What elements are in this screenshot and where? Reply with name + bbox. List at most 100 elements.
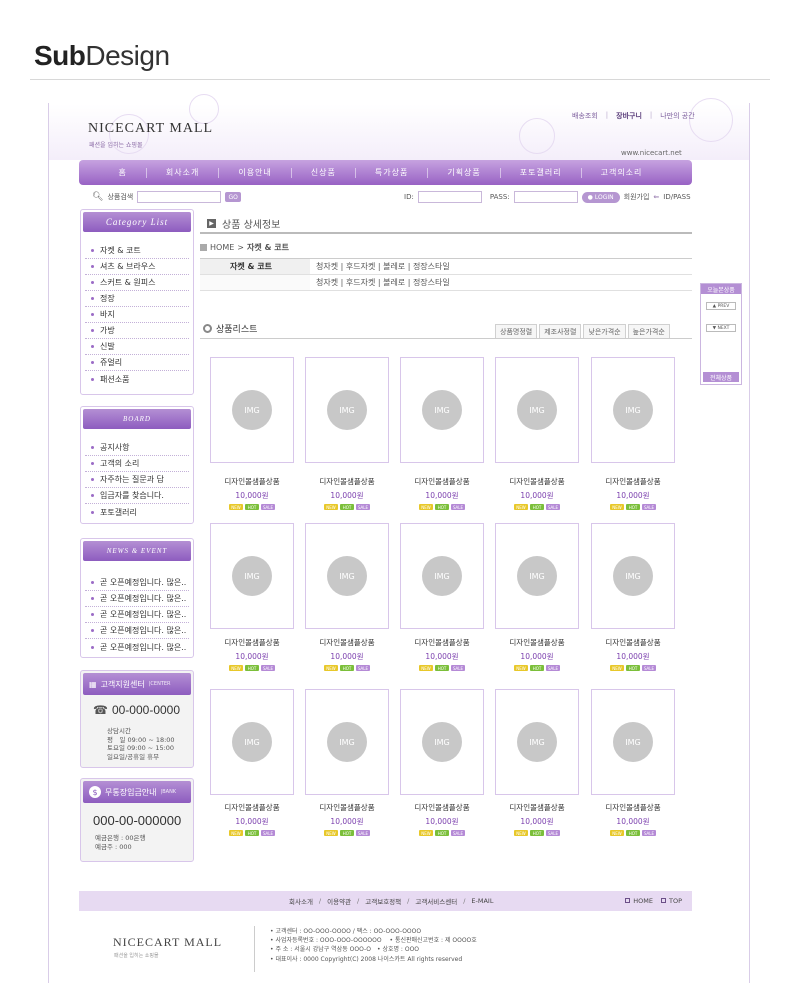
subcategory-links[interactable]: 청자켓 | 후드자켓 | 볼레로 | 정장스타일 <box>310 261 450 272</box>
product-thumbnail[interactable]: IMG <box>210 357 294 463</box>
footer-home-link[interactable]: HOME <box>625 897 653 905</box>
tab-sort-name[interactable]: 상품명정렬 <box>495 324 538 338</box>
tab-sort-high-price[interactable]: 높은가격순 <box>627 324 670 338</box>
product-thumbnail[interactable]: IMG <box>591 357 675 463</box>
product-name[interactable]: 디자인몰샘플상품 <box>305 637 389 648</box>
news-item[interactable]: 곧 오픈예정입니다. 많은.. <box>85 575 189 591</box>
board-item[interactable]: 고객의 소리 <box>85 456 189 472</box>
id-input[interactable] <box>417 191 482 203</box>
category-item[interactable]: 정장 <box>85 291 189 307</box>
site-logo[interactable]: NICECART MALL <box>88 121 213 137</box>
product-name[interactable]: 디자인몰샘플상품 <box>210 637 294 648</box>
category-item[interactable]: 가방 <box>85 323 189 339</box>
nav-planned[interactable]: 기획상품 <box>447 167 480 178</box>
category-item[interactable]: 스커트 & 원피스 <box>85 275 189 291</box>
prev-button[interactable]: ▲ PREV <box>706 302 736 310</box>
search-input[interactable] <box>137 191 222 203</box>
category-item[interactable]: 바지 <box>85 307 189 323</box>
nav-new[interactable]: 신상품 <box>311 167 336 178</box>
product-name[interactable]: 디자인몰샘플상품 <box>495 802 579 813</box>
all-products-button[interactable]: 전체상품 <box>703 372 739 382</box>
footer-link[interactable]: 회사소개 <box>289 896 313 906</box>
product-card[interactable]: IMG 디자인몰샘플상품 10,000원 NEW HOT SALE <box>305 357 389 510</box>
footer-link[interactable]: 고객서비스센터 <box>415 896 457 906</box>
product-card[interactable]: IMG 디자인몰샘플상품 10,000원 NEW HOT SALE <box>591 523 675 671</box>
util-link-cart[interactable]: 장바구니 <box>616 111 642 121</box>
nav-home[interactable]: 홈 <box>119 167 127 178</box>
news-item[interactable]: 곧 오픈예정입니다. 많은.. <box>85 623 189 639</box>
product-name[interactable]: 디자인몰샘플상품 <box>591 637 675 648</box>
product-thumbnail[interactable]: IMG <box>210 523 294 629</box>
nav-special[interactable]: 특가상품 <box>375 167 408 178</box>
product-card[interactable]: IMG 디자인몰샘플상품 10,000원 NEW HOT SALE <box>591 357 675 510</box>
category-item[interactable]: 쥬얼리 <box>85 355 189 371</box>
product-thumbnail[interactable]: IMG <box>400 689 484 795</box>
pass-input[interactable] <box>513 191 578 203</box>
product-card[interactable]: IMG 디자인몰샘플상품 10,000원 NEW HOT SALE <box>400 523 484 671</box>
product-name[interactable]: 디자인몰샘플상품 <box>591 802 675 813</box>
product-name[interactable]: 디자인몰샘플상품 <box>400 802 484 813</box>
product-thumbnail[interactable]: IMG <box>305 523 389 629</box>
product-card[interactable]: IMG 디자인몰샘플상품 10,000원 NEW HOT SALE <box>210 357 294 510</box>
product-card[interactable]: IMG 디자인몰샘플상품 10,000원 NEW HOT SALE <box>305 689 389 836</box>
product-thumbnail[interactable]: IMG <box>591 523 675 629</box>
footer-link[interactable]: 고객보호정책 <box>365 896 401 906</box>
product-name[interactable]: 디자인몰샘플상품 <box>495 476 579 487</box>
product-card[interactable]: IMG 디자인몰샘플상품 10,000원 NEW HOT SALE <box>400 689 484 836</box>
nav-voice[interactable]: 고객의소리 <box>601 167 643 178</box>
category-item[interactable]: 셔츠 & 브라우스 <box>85 259 189 275</box>
product-card[interactable]: IMG 디자인몰샘플상품 10,000원 NEW HOT SALE <box>305 523 389 671</box>
subcategory-links[interactable]: 청자켓 | 후드자켓 | 볼레로 | 정장스타일 <box>310 277 450 288</box>
nav-guide[interactable]: 이용안내 <box>238 167 271 178</box>
footer-link[interactable]: E-MAIL <box>471 897 493 905</box>
util-link-mypage[interactable]: 나만의 공간 <box>660 111 694 121</box>
product-name[interactable]: 디자인몰샘플상품 <box>210 802 294 813</box>
product-name[interactable]: 디자인몰샘플상품 <box>210 476 294 487</box>
product-card[interactable]: IMG 디자인몰샘플상품 10,000원 NEW HOT SALE <box>400 357 484 510</box>
product-thumbnail[interactable]: IMG <box>495 523 579 629</box>
news-item[interactable]: 곧 오픈예정입니다. 많은.. <box>85 639 189 655</box>
product-thumbnail[interactable]: IMG <box>305 357 389 463</box>
product-name[interactable]: 디자인몰샘플상품 <box>400 476 484 487</box>
product-name[interactable]: 디자인몰샘플상품 <box>305 802 389 813</box>
category-item[interactable]: 패션소품 <box>85 371 189 387</box>
product-thumbnail[interactable]: IMG <box>305 689 389 795</box>
board-item[interactable]: 입금자를 찾습니다. <box>85 488 189 504</box>
product-thumbnail[interactable]: IMG <box>400 357 484 463</box>
nav-photo[interactable]: 포토갤러리 <box>520 167 562 178</box>
footer-link[interactable]: 이용약관 <box>327 896 351 906</box>
util-link-delivery[interactable]: 배송조회 <box>572 111 598 121</box>
product-thumbnail[interactable]: IMG <box>400 523 484 629</box>
product-name[interactable]: 디자인몰샘플상품 <box>495 637 579 648</box>
product-name[interactable]: 디자인몰샘플상품 <box>305 476 389 487</box>
product-card[interactable]: IMG 디자인몰샘플상품 10,000원 NEW HOT SALE <box>210 689 294 836</box>
product-thumbnail[interactable]: IMG <box>495 357 579 463</box>
board-item[interactable]: 자주하는 질문과 답 <box>85 472 189 488</box>
news-item[interactable]: 곧 오픈예정입니다. 많은.. <box>85 607 189 623</box>
tab-sort-low-price[interactable]: 낮은가격순 <box>583 324 626 338</box>
board-item[interactable]: 공지사항 <box>85 440 189 456</box>
search-go-button[interactable]: GO <box>225 192 242 202</box>
category-item[interactable]: 신발 <box>85 339 189 355</box>
tab-sort-maker[interactable]: 제조사정렬 <box>539 324 582 338</box>
join-link[interactable]: 회원가입 <box>624 192 650 202</box>
product-card[interactable]: IMG 디자인몰샘플상품 10,000원 NEW HOT SALE <box>210 523 294 671</box>
product-thumbnail[interactable]: IMG <box>210 689 294 795</box>
product-thumbnail[interactable]: IMG <box>495 689 579 795</box>
product-name[interactable]: 디자인몰샘플상품 <box>591 476 675 487</box>
product-card[interactable]: IMG 디자인몰샘플상품 10,000원 NEW HOT SALE <box>495 689 579 836</box>
product-thumbnail[interactable]: IMG <box>591 689 675 795</box>
category-item[interactable]: 자켓 & 코트 <box>85 243 189 259</box>
next-button[interactable]: ▼ NEXT <box>706 324 736 332</box>
footer-top-link[interactable]: TOP <box>660 897 682 905</box>
find-idpass-link[interactable]: ID/PASS <box>663 193 690 201</box>
board-item[interactable]: 포토갤러리 <box>85 504 189 520</box>
product-name[interactable]: 디자인몰샘플상품 <box>400 637 484 648</box>
news-item[interactable]: 곧 오픈예정입니다. 많은.. <box>85 591 189 607</box>
category-box: Category List 자켓 & 코트 셔츠 & 브라우스 스커트 & 원피… <box>80 209 194 395</box>
product-card[interactable]: IMG 디자인몰샘플상품 10,000원 NEW HOT SALE <box>591 689 675 836</box>
product-card[interactable]: IMG 디자인몰샘플상품 10,000원 NEW HOT SALE <box>495 523 579 671</box>
nav-company[interactable]: 회사소개 <box>166 167 199 178</box>
product-card[interactable]: IMG 디자인몰샘플상품 10,000원 NEW HOT SALE <box>495 357 579 510</box>
login-button[interactable]: ● LOGIN <box>581 191 620 203</box>
